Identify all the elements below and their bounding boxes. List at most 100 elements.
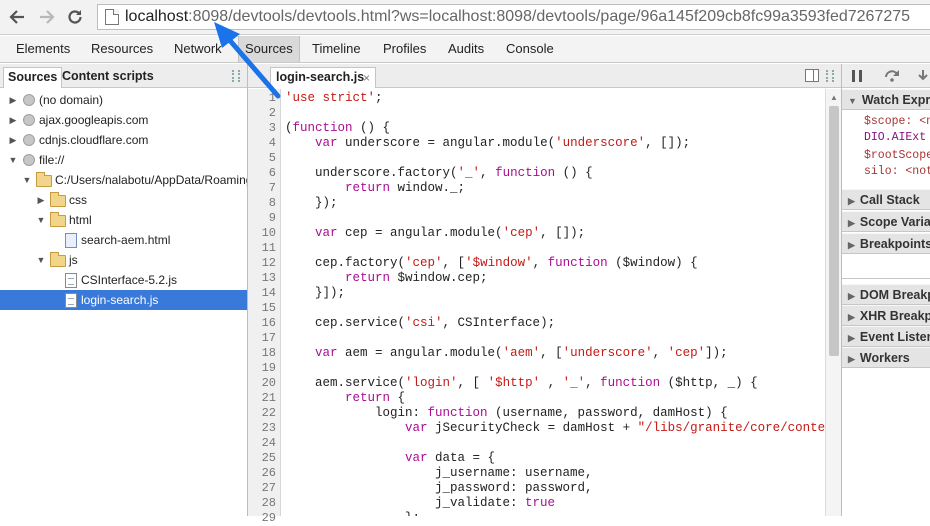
section-breakpoints[interactable]: ▶ Breakpoints bbox=[842, 233, 930, 254]
line-number[interactable]: 13 bbox=[262, 271, 276, 286]
tree-item[interactable]: ▶ cdnjs.cloudflare.com bbox=[0, 130, 247, 150]
tree-item[interactable]: ▶ css bbox=[0, 190, 247, 210]
step-into-icon[interactable] bbox=[916, 69, 930, 86]
tree-item[interactable]: ▼ C:/Users/nalabotu/AppData/Roaming/ bbox=[0, 170, 247, 190]
tree-item[interactable]: ▼ html bbox=[0, 210, 247, 230]
section-workers[interactable]: ▶ Workers bbox=[842, 347, 930, 368]
disclosure-expanded-icon[interactable]: ▼ bbox=[8, 150, 18, 170]
line-number[interactable]: 28 bbox=[262, 496, 276, 511]
line-number[interactable]: 2 bbox=[269, 106, 276, 121]
sources-navigator: Sources Content scripts ▶ (no domain) ▶ aja… bbox=[0, 64, 248, 516]
line-number[interactable]: 19 bbox=[262, 361, 276, 376]
line-number[interactable]: 25 bbox=[262, 451, 276, 466]
line-number[interactable]: 1 bbox=[269, 91, 276, 106]
code-area[interactable]: 'use strict'; (function () { var undersc… bbox=[285, 89, 825, 516]
editor-tab-login-search[interactable]: login-search.js × bbox=[270, 67, 376, 88]
code-line: var data = { bbox=[405, 451, 496, 465]
disclosure-collapsed-icon[interactable]: ▶ bbox=[8, 130, 18, 150]
tab-sources[interactable]: Sources bbox=[3, 67, 63, 88]
back-icon[interactable] bbox=[6, 6, 28, 28]
tab-audits[interactable]: Audits bbox=[442, 36, 490, 62]
forward-icon[interactable] bbox=[36, 6, 58, 28]
toggle-sidebar-icon[interactable] bbox=[232, 70, 240, 82]
line-number[interactable]: 26 bbox=[262, 466, 276, 481]
line-number[interactable]: 15 bbox=[262, 301, 276, 316]
tab-network[interactable]: Network bbox=[168, 36, 228, 62]
line-number[interactable]: 16 bbox=[262, 316, 276, 331]
address-bar[interactable]: localhost:8098/devtools/devtools.html?ws… bbox=[97, 4, 930, 30]
reload-icon[interactable] bbox=[64, 6, 86, 28]
tree-item[interactable]: ▶ ajax.googleapis.com bbox=[0, 110, 247, 130]
code-line: var cep = angular.module('cep', []); bbox=[315, 226, 586, 240]
pause-icon[interactable] bbox=[852, 70, 862, 82]
disclosure-collapsed-icon[interactable]: ▶ bbox=[8, 110, 18, 130]
tree-item[interactable]: CSInterface-5.2.js bbox=[0, 270, 247, 290]
browser-url-bar: localhost:8098/devtools/devtools.html?ws… bbox=[0, 0, 930, 35]
line-number[interactable]: 21 bbox=[262, 391, 276, 406]
code-line: underscore.factory('_', function () { bbox=[285, 166, 593, 180]
step-over-icon[interactable] bbox=[884, 68, 900, 85]
panel-resize-icon[interactable] bbox=[826, 70, 834, 82]
code-line: aem.service('login', [ '$http' , '_', fu… bbox=[285, 376, 758, 390]
line-number[interactable]: 20 bbox=[262, 376, 276, 391]
tab-timeline[interactable]: Timeline bbox=[306, 36, 367, 62]
watch-item: $rootScope bbox=[864, 149, 930, 162]
tab-content-scripts[interactable]: Content scripts bbox=[58, 67, 158, 88]
disclosure-collapsed-icon[interactable]: ▶ bbox=[8, 90, 18, 110]
code-line: }); bbox=[285, 196, 338, 210]
scroll-up-icon[interactable]: ▲ bbox=[830, 93, 838, 102]
tab-console[interactable]: Console bbox=[500, 36, 560, 62]
line-number[interactable]: 22 bbox=[262, 406, 276, 421]
line-number[interactable]: 9 bbox=[269, 211, 276, 226]
code-line: }]); bbox=[285, 286, 346, 300]
line-number[interactable]: 5 bbox=[269, 151, 276, 166]
tree-item[interactable]: search-aem.html bbox=[0, 230, 247, 250]
line-number[interactable]: 17 bbox=[262, 331, 276, 346]
line-number[interactable]: 3 bbox=[269, 121, 276, 136]
toggle-debugger-icon[interactable] bbox=[805, 69, 819, 82]
tab-resources[interactable]: Resources bbox=[85, 36, 159, 62]
debugger-toolbar bbox=[842, 64, 930, 88]
disclosure-expanded-icon[interactable]: ▼ bbox=[36, 250, 46, 270]
tree-item-label: C:/Users/nalabotu/AppData/Roaming/ bbox=[55, 173, 247, 187]
folder-icon bbox=[50, 252, 66, 267]
tree-item-label: login-search.js bbox=[81, 293, 159, 307]
tab-sources[interactable]: Sources bbox=[238, 36, 300, 62]
line-number[interactable]: 14 bbox=[262, 286, 276, 301]
line-number[interactable]: 18 bbox=[262, 346, 276, 361]
line-number[interactable]: 4 bbox=[269, 136, 276, 151]
line-number[interactable]: 27 bbox=[262, 481, 276, 496]
line-number[interactable]: 12 bbox=[262, 256, 276, 271]
tree-item[interactable]: login-search.js bbox=[0, 290, 247, 310]
close-tab-icon[interactable]: × bbox=[363, 69, 370, 88]
disclosure-collapsed-icon[interactable]: ▶ bbox=[36, 190, 46, 210]
disclosure-expanded-icon[interactable]: ▼ bbox=[36, 210, 46, 230]
tree-item[interactable]: ▼ file:// bbox=[0, 150, 247, 170]
tree-item[interactable]: ▼ js bbox=[0, 250, 247, 270]
editor-tabs: login-search.js × bbox=[248, 64, 841, 88]
section-dom-breakpoints[interactable]: ▶DOM Breakpoints bbox=[842, 284, 930, 305]
tree-item[interactable]: ▶ (no domain) bbox=[0, 90, 247, 110]
tab-profiles[interactable]: Profiles bbox=[377, 36, 432, 62]
disclosure-expanded-icon[interactable]: ▼ bbox=[22, 170, 32, 190]
section-watch-expressions[interactable]: ▼Watch Expressions bbox=[842, 89, 930, 110]
line-number[interactable]: 6 bbox=[269, 166, 276, 181]
line-number[interactable]: 24 bbox=[262, 436, 276, 451]
vertical-scrollbar[interactable]: ▲ bbox=[825, 89, 841, 516]
watch-item: $scope: <no bbox=[864, 115, 930, 128]
line-gutter: 1 2 3 4 5 6 7 8 9 10 11 12 13 14 15 16 17 18 19 20 21 22 23 24 2… bbox=[248, 89, 281, 525]
section-event-listener-breakpoints[interactable]: ▶Event Listener Breakpoints bbox=[842, 326, 930, 347]
line-number[interactable]: 7 bbox=[269, 181, 276, 196]
tree-item-label: file:// bbox=[39, 153, 65, 167]
section-scope-variables[interactable]: ▶Scope Variables bbox=[842, 211, 930, 232]
tab-elements[interactable]: Elements bbox=[10, 36, 76, 62]
folder-icon bbox=[36, 172, 52, 187]
line-number[interactable]: 11 bbox=[262, 241, 276, 256]
scrollbar-thumb[interactable] bbox=[829, 106, 839, 356]
line-number[interactable]: 10 bbox=[262, 226, 276, 241]
line-number[interactable]: 23 bbox=[262, 421, 276, 436]
line-number[interactable]: 8 bbox=[269, 196, 276, 211]
line-number[interactable]: 29 bbox=[262, 511, 276, 526]
section-xhr-breakpoints[interactable]: ▶XHR Breakpoints bbox=[842, 305, 930, 326]
section-call-stack[interactable]: ▶ Call Stack bbox=[842, 189, 930, 210]
